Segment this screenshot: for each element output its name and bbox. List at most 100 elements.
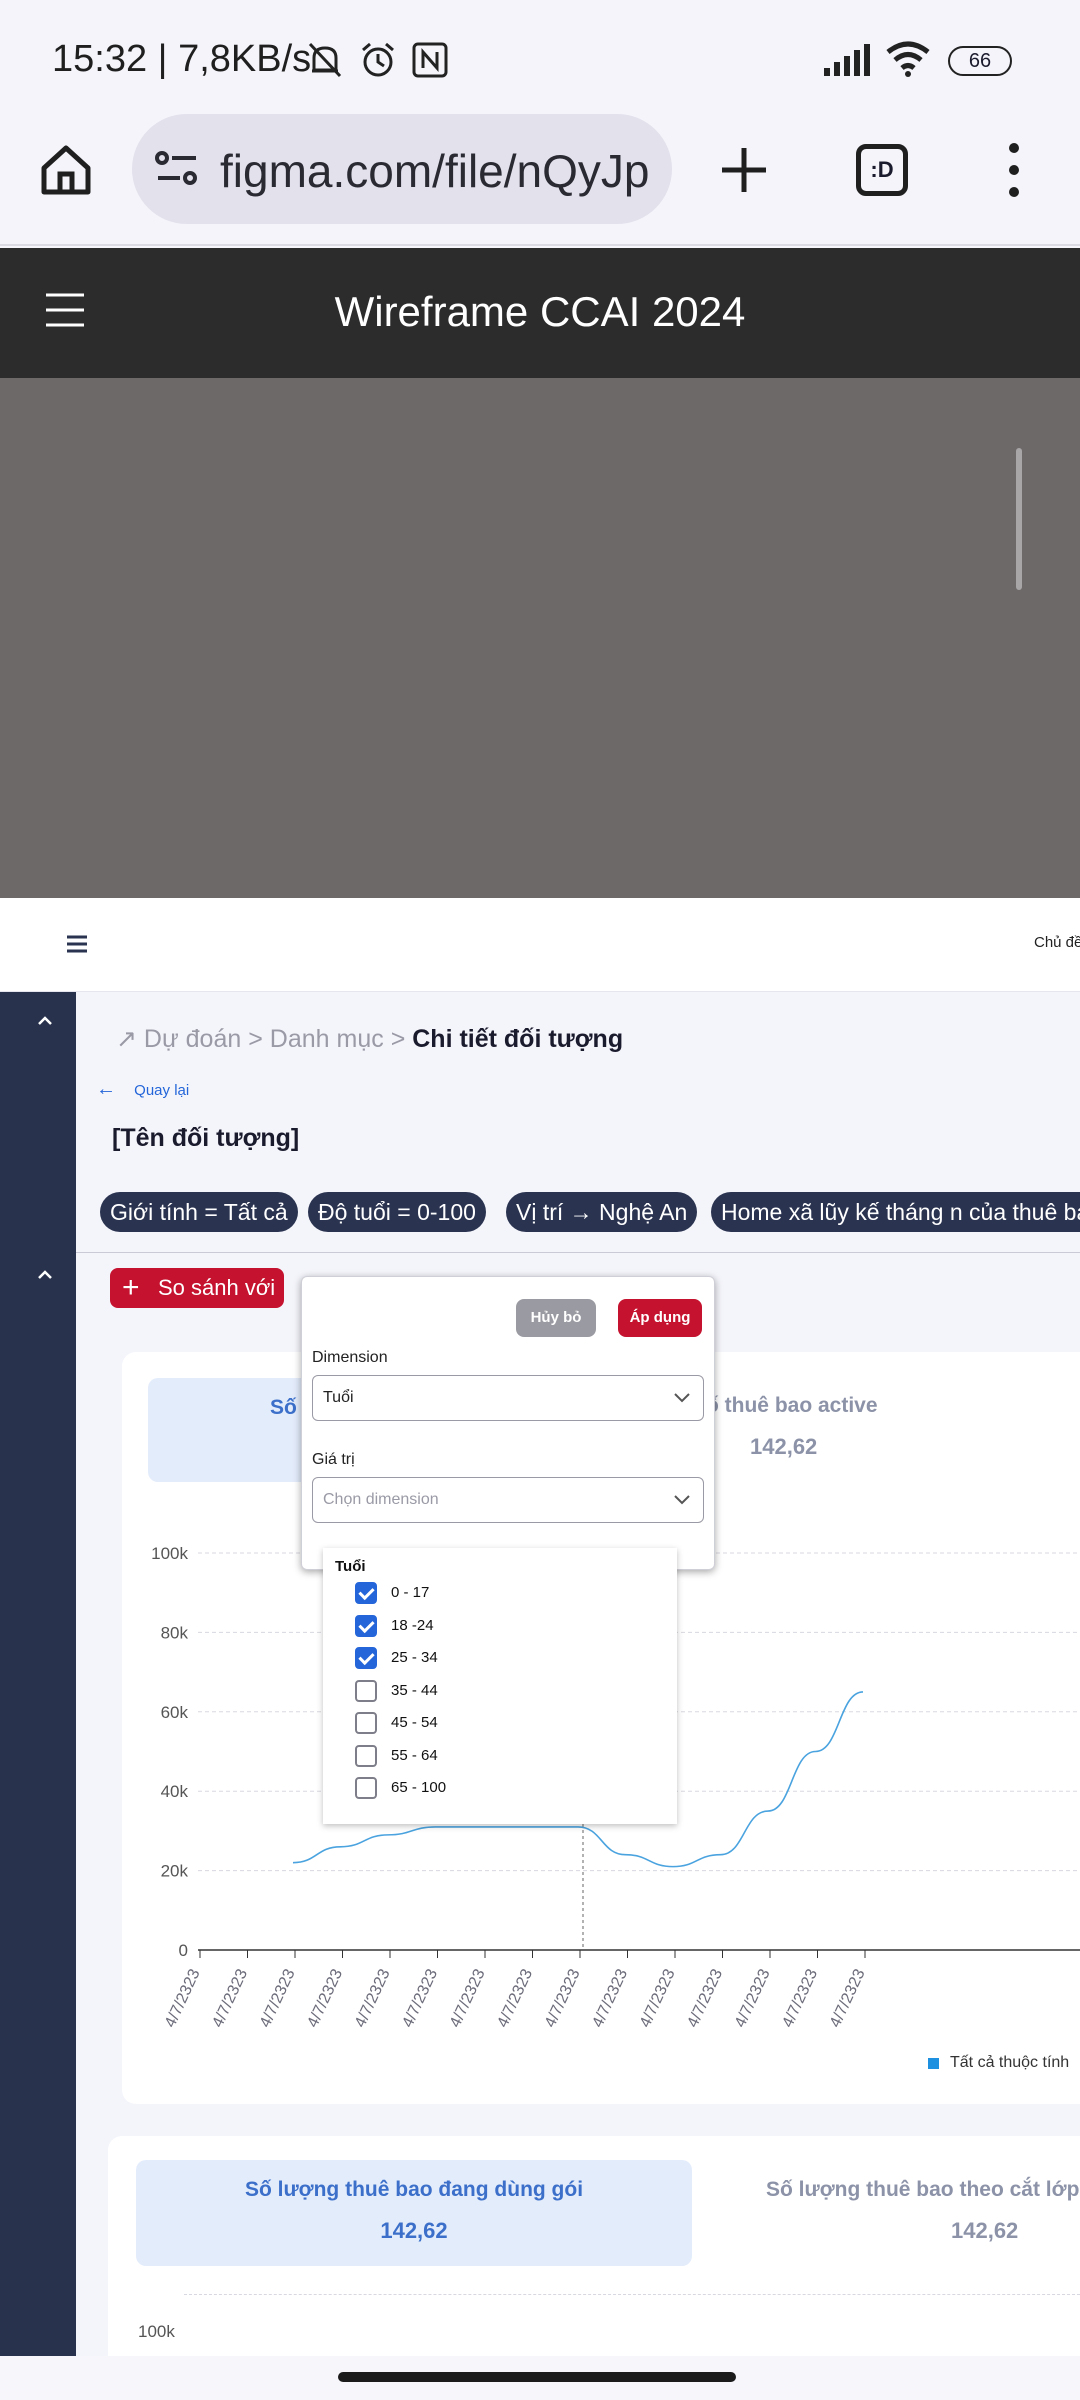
divider bbox=[76, 1252, 1080, 1253]
option-label: 18 -24 bbox=[391, 1616, 434, 1634]
x-tick-label: 4/7/2323 bbox=[304, 1966, 346, 2030]
breadcrumb-separator: > bbox=[248, 1025, 263, 1053]
battery-icon: 66 bbox=[948, 46, 1012, 76]
breadcrumb-item[interactable]: Dự đoán bbox=[144, 1025, 241, 1053]
x-tick-label: 4/7/2323 bbox=[637, 1966, 679, 2030]
address-bar[interactable]: figma.com/file/nQyJp bbox=[132, 114, 672, 224]
option-label: 0 - 17 bbox=[391, 1584, 430, 1601]
bell-off-icon bbox=[308, 42, 342, 78]
compare-button[interactable]: + So sánh với bbox=[110, 1268, 284, 1308]
checkbox[interactable] bbox=[355, 1744, 377, 1767]
option-label: 35 - 44 bbox=[391, 1681, 438, 1699]
x-tick-label: 4/7/2323 bbox=[209, 1966, 251, 2030]
y-tick-label: 0 bbox=[179, 1941, 188, 1960]
chevron-down-icon bbox=[674, 1495, 690, 1505]
option-row[interactable]: 25 - 34 bbox=[323, 1645, 677, 1675]
status-bar: 15:32 | 7,8KB/s 66 bbox=[0, 0, 1080, 112]
x-tick-label: 4/7/2323 bbox=[589, 1966, 631, 2030]
dropdown-header: Tuổi bbox=[335, 1558, 366, 1575]
option-row[interactable]: 45 - 54 bbox=[323, 1710, 677, 1740]
metric-tab-label[interactable]: ố thuê bao active bbox=[706, 1394, 878, 1418]
arrow-left-icon: ← bbox=[96, 1078, 116, 1100]
wifi-icon bbox=[886, 41, 930, 77]
metric-tab-value: 142,62 bbox=[380, 2218, 448, 2243]
cancel-button[interactable]: Hủy bỏ bbox=[516, 1299, 596, 1337]
checkbox-checked[interactable] bbox=[355, 1614, 377, 1637]
y-axis-label: 100k bbox=[138, 2322, 175, 2341]
home-icon[interactable] bbox=[38, 142, 94, 198]
app-sidebar bbox=[0, 992, 76, 2356]
tabs-switcher-icon[interactable]: :D bbox=[856, 144, 908, 196]
dimension-value: Tuổi bbox=[323, 1389, 354, 1406]
dimension-select[interactable]: Tuổi bbox=[312, 1375, 704, 1421]
filter-popover: Hủy bỏ Áp dụng Dimension Tuổi Giá trị Ch… bbox=[301, 1276, 715, 1570]
dimension-label: Dimension bbox=[312, 1349, 388, 1366]
figma-header: Wireframe CCAI 2024 bbox=[0, 248, 1080, 378]
browser-toolbar: figma.com/file/nQyJp :D bbox=[0, 112, 1080, 246]
filter-chip-location[interactable]: Vị trí → Nghệ An bbox=[506, 1192, 698, 1232]
grid-line bbox=[184, 2294, 1080, 2295]
option-row[interactable]: 65 - 100 bbox=[323, 1775, 677, 1805]
filter-chip-gender[interactable]: Giới tính = Tất cả bbox=[100, 1192, 298, 1232]
filter-chip-home[interactable]: Home xã lũy kế tháng n của thuê bao bbox=[711, 1192, 1080, 1232]
home-indicator[interactable] bbox=[338, 2372, 736, 2382]
age-options-dropdown: Tuổi 0 - 17 18 -24 25 - 34 35 - 44 45 - 54 55… bbox=[323, 1548, 677, 1824]
collapse-chevron-up-icon[interactable] bbox=[36, 1014, 54, 1026]
url-text: figma.com/file/nQyJp bbox=[220, 145, 650, 197]
plus-icon: + bbox=[122, 1271, 140, 1304]
breadcrumb-item[interactable]: Danh mục bbox=[270, 1025, 384, 1053]
value-label: Giá trị bbox=[312, 1451, 355, 1468]
new-tab-icon[interactable] bbox=[716, 142, 772, 198]
option-row[interactable]: 0 - 17 bbox=[323, 1580, 677, 1610]
alarm-icon bbox=[362, 42, 394, 77]
collapse-chevron-up-icon[interactable] bbox=[36, 1268, 54, 1280]
x-tick-label: 4/7/2323 bbox=[399, 1966, 441, 2030]
more-menu-icon[interactable] bbox=[1000, 140, 1028, 200]
y-tick-label: 80k bbox=[161, 1623, 189, 1642]
metric-tab-label: Số lượng thuê bao đang dùng gói bbox=[244, 2178, 584, 2201]
metric-tab-active[interactable]: Số lượng thuê bao đang dùng gói 142,62 bbox=[136, 2160, 692, 2266]
chart-card-2: Số lượng thuê bao đang dùng gói 142,62 S… bbox=[108, 2136, 1080, 2358]
file-title: Wireframe CCAI 2024 bbox=[334, 288, 746, 335]
option-label: 65 - 100 bbox=[391, 1779, 447, 1796]
option-row[interactable]: 18 -24 bbox=[323, 1613, 677, 1643]
x-tick-label: 4/7/2323 bbox=[162, 1966, 204, 2030]
checkbox[interactable] bbox=[355, 1712, 377, 1734]
y-tick-label: 100k bbox=[151, 1544, 188, 1563]
breadcrumb-current: Chi tiết đối tượng bbox=[412, 1025, 624, 1053]
compare-button-label: So sánh với bbox=[158, 1275, 276, 1300]
filter-chip-age[interactable]: Độ tuổi = 0-100 bbox=[308, 1192, 486, 1232]
x-tick-label: 4/7/2323 bbox=[732, 1966, 774, 2030]
metric-tab-value: 142,62 bbox=[750, 1434, 818, 1459]
breadcrumb: ↗ Dự đoán > Danh mục > Chi tiết đối tượn… bbox=[116, 1024, 623, 1054]
checkbox[interactable] bbox=[355, 1679, 377, 1702]
object-name: [Tên đối tượng] bbox=[112, 1124, 300, 1152]
topbar-right-text[interactable]: Chủ đề bbox=[1034, 934, 1080, 951]
option-row[interactable]: 35 - 44 bbox=[323, 1678, 677, 1708]
x-tick-label: 4/7/2323 bbox=[542, 1966, 584, 2030]
app-topbar: Chủ đề bbox=[0, 898, 1080, 992]
nfc-icon bbox=[412, 42, 448, 78]
status-time: 15:32 | 7,8KB/s bbox=[52, 38, 312, 80]
x-tick-label: 4/7/2323 bbox=[352, 1966, 394, 2030]
y-tick-label: 40k bbox=[161, 1782, 189, 1801]
apply-button[interactable]: Áp dụng bbox=[618, 1299, 702, 1337]
back-link[interactable]: ← Quay lại bbox=[96, 1078, 189, 1101]
x-tick-label: 4/7/2323 bbox=[684, 1966, 726, 2030]
metric-tab-value: 142,62 bbox=[951, 2218, 1019, 2243]
canvas-scrollbar[interactable] bbox=[1016, 448, 1022, 590]
x-tick-label: 4/7/2323 bbox=[447, 1966, 489, 2030]
metric-tab-label[interactable]: Số lượng thuê bao theo cắt lớp t bbox=[766, 2178, 1080, 2202]
checkbox-checked[interactable] bbox=[355, 1582, 377, 1604]
value-placeholder: Chọn dimension bbox=[323, 1491, 439, 1508]
checkbox[interactable] bbox=[355, 1777, 377, 1799]
app-menu-icon[interactable] bbox=[66, 934, 88, 954]
x-tick-label: 4/7/2323 bbox=[827, 1966, 869, 2030]
legend-label: Tất cả thuộc tính bbox=[950, 2054, 1070, 2071]
checkbox-checked[interactable] bbox=[355, 1647, 377, 1669]
option-row[interactable]: 55 - 64 bbox=[323, 1743, 677, 1773]
figma-canvas-background bbox=[0, 378, 1080, 898]
site-settings-icon[interactable] bbox=[154, 148, 200, 190]
value-select[interactable]: Chọn dimension bbox=[312, 1477, 704, 1523]
signal-icon bbox=[824, 44, 870, 76]
